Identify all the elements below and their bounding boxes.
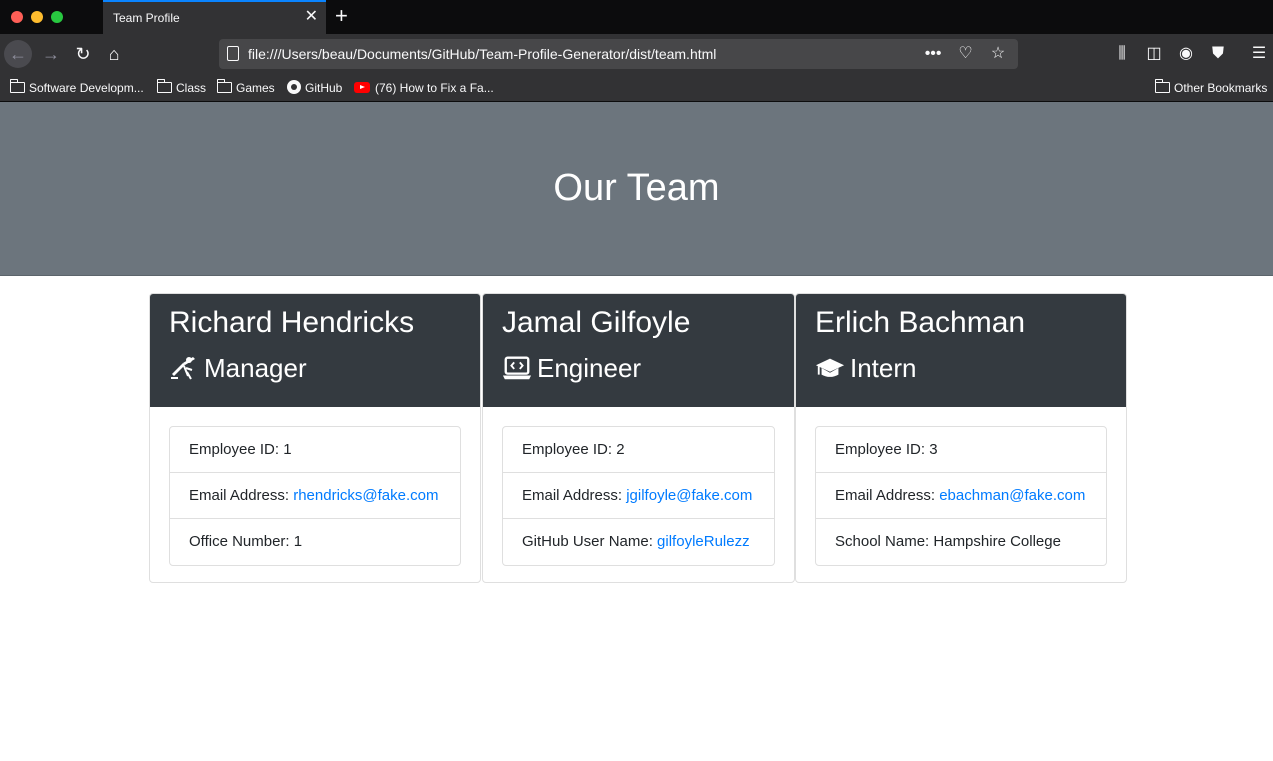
tab-team-profile[interactable]: Team Profile ✕ <box>103 0 326 34</box>
employee-name: Richard Hendricks <box>169 306 415 339</box>
employee-card-manager: Richard Hendricks Manager Employee ID: 1… <box>149 293 481 583</box>
title-bar: Team Profile ✕ + <box>0 0 1273 34</box>
new-tab-button[interactable]: + <box>335 3 348 29</box>
card-header: Jamal Gilfoyle Engineer <box>483 294 794 407</box>
info-list: Employee ID: 2 Email Address: jgilfoyle@… <box>502 426 775 566</box>
laptop-code-icon <box>502 356 532 380</box>
forward-button[interactable]: → <box>37 40 65 68</box>
tab-title: Team Profile <box>113 11 180 25</box>
navigation-toolbar: ← → ↻ ⌂ file:///Users/beau/Documents/Git… <box>0 34 1273 74</box>
employee-id-value: 1 <box>283 441 292 458</box>
email-link[interactable]: jgilfoyle@fake.com <box>626 487 752 504</box>
card-body: Employee ID: 3 Email Address: ebachman@f… <box>815 426 1107 566</box>
employee-role: Manager <box>169 352 307 384</box>
employee-id-row: Employee ID: 3 <box>816 427 1106 473</box>
card-header: Richard Hendricks Manager <box>150 294 480 407</box>
tab-close-icon[interactable]: ✕ <box>305 7 318 27</box>
reload-button[interactable]: ↻ <box>69 40 97 68</box>
employee-role: Intern <box>815 352 917 384</box>
library-icon[interactable]: ⫼ <box>1108 40 1136 68</box>
card-body: Employee ID: 1 Email Address: rhendricks… <box>169 426 461 566</box>
employee-id-row: Employee ID: 2 <box>503 427 774 473</box>
page-header: Our Team <box>0 102 1273 276</box>
youtube-icon <box>354 82 370 93</box>
email-link[interactable]: ebachman@fake.com <box>939 487 1085 504</box>
office-number-row: Office Number: 1 <box>189 533 303 550</box>
role-label: Manager <box>204 353 307 383</box>
bookmark-software-development[interactable]: Software Developm... <box>10 79 144 96</box>
employee-id-row: Employee ID: 1 <box>170 427 460 473</box>
github-row: GitHub User Name: gilfoyleRulezz <box>522 533 750 550</box>
folder-icon <box>1155 79 1170 93</box>
url-text[interactable]: file:///Users/beau/Documents/GitHub/Team… <box>248 46 716 62</box>
employee-id-value: 3 <box>929 441 938 458</box>
employee-name: Jamal Gilfoyle <box>502 306 691 339</box>
folder-icon <box>10 79 25 93</box>
maximize-window-button[interactable] <box>51 11 63 23</box>
info-list: Employee ID: 3 Email Address: ebachman@f… <box>815 426 1107 566</box>
address-bar[interactable]: file:///Users/beau/Documents/GitHub/Team… <box>219 39 1018 69</box>
home-button[interactable]: ⌂ <box>100 40 128 68</box>
graduation-cap-icon <box>815 358 845 377</box>
page-icon <box>227 46 239 61</box>
back-button[interactable]: ← <box>4 40 32 68</box>
bookmark-other-bookmarks[interactable]: Other Bookmarks <box>1155 79 1267 96</box>
github-icon <box>287 80 301 94</box>
folder-icon <box>157 79 172 93</box>
minimize-window-button[interactable] <box>31 11 43 23</box>
account-icon[interactable]: ◉ <box>1172 40 1200 68</box>
office-number-value: 1 <box>293 533 303 550</box>
role-label: Intern <box>850 353 917 383</box>
bookmarks-bar: Software Developm... Class Games GitHub … <box>0 74 1273 102</box>
mug-icon <box>171 357 195 380</box>
pocket-icon[interactable]: ♡ <box>952 43 980 65</box>
employee-name: Erlich Bachman <box>815 306 1026 339</box>
close-window-button[interactable] <box>11 11 23 23</box>
folder-icon <box>217 79 232 93</box>
bookmark-games[interactable]: Games <box>217 79 275 96</box>
email-row: Email Address: ebachman@fake.com <box>816 473 1106 519</box>
bookmark-github[interactable]: GitHub <box>287 80 342 96</box>
info-list: Employee ID: 1 Email Address: rhendricks… <box>169 426 461 566</box>
employee-role: Engineer <box>502 352 641 384</box>
school-row: School Name: Hampshire College <box>835 533 1061 550</box>
bookmark-youtube-video[interactable]: (76) How to Fix a Fa... <box>354 80 494 96</box>
email-row: Email Address: rhendricks@fake.com <box>170 473 460 519</box>
employee-card-intern: Erlich Bachman Intern Employee ID: 3 Ema… <box>795 293 1127 583</box>
bookmark-star-icon[interactable]: ☆ <box>984 43 1012 65</box>
employee-card-engineer: Jamal Gilfoyle Engineer Employee ID: 2 E… <box>482 293 795 583</box>
bookmark-class[interactable]: Class <box>157 79 206 96</box>
employee-id-value: 2 <box>616 441 625 458</box>
card-header: Erlich Bachman Intern <box>796 294 1126 407</box>
page-title: Our Team <box>553 167 720 209</box>
menu-icon[interactable]: ☰ <box>1245 40 1273 68</box>
email-link[interactable]: rhendricks@fake.com <box>293 487 438 504</box>
page-actions-icon[interactable]: ••• <box>919 43 947 65</box>
shield-icon[interactable]: ⛊ <box>1204 40 1232 68</box>
email-row: Email Address: jgilfoyle@fake.com <box>503 473 774 519</box>
url-actions: ••• ♡ ☆ <box>919 43 1012 65</box>
sidebar-icon[interactable]: ◫ <box>1140 40 1168 68</box>
role-label: Engineer <box>537 353 642 383</box>
card-body: Employee ID: 2 Email Address: jgilfoyle@… <box>502 426 775 566</box>
school-name-value: Hampshire College <box>933 533 1061 550</box>
github-username-link[interactable]: gilfoyleRulezz <box>657 533 750 550</box>
